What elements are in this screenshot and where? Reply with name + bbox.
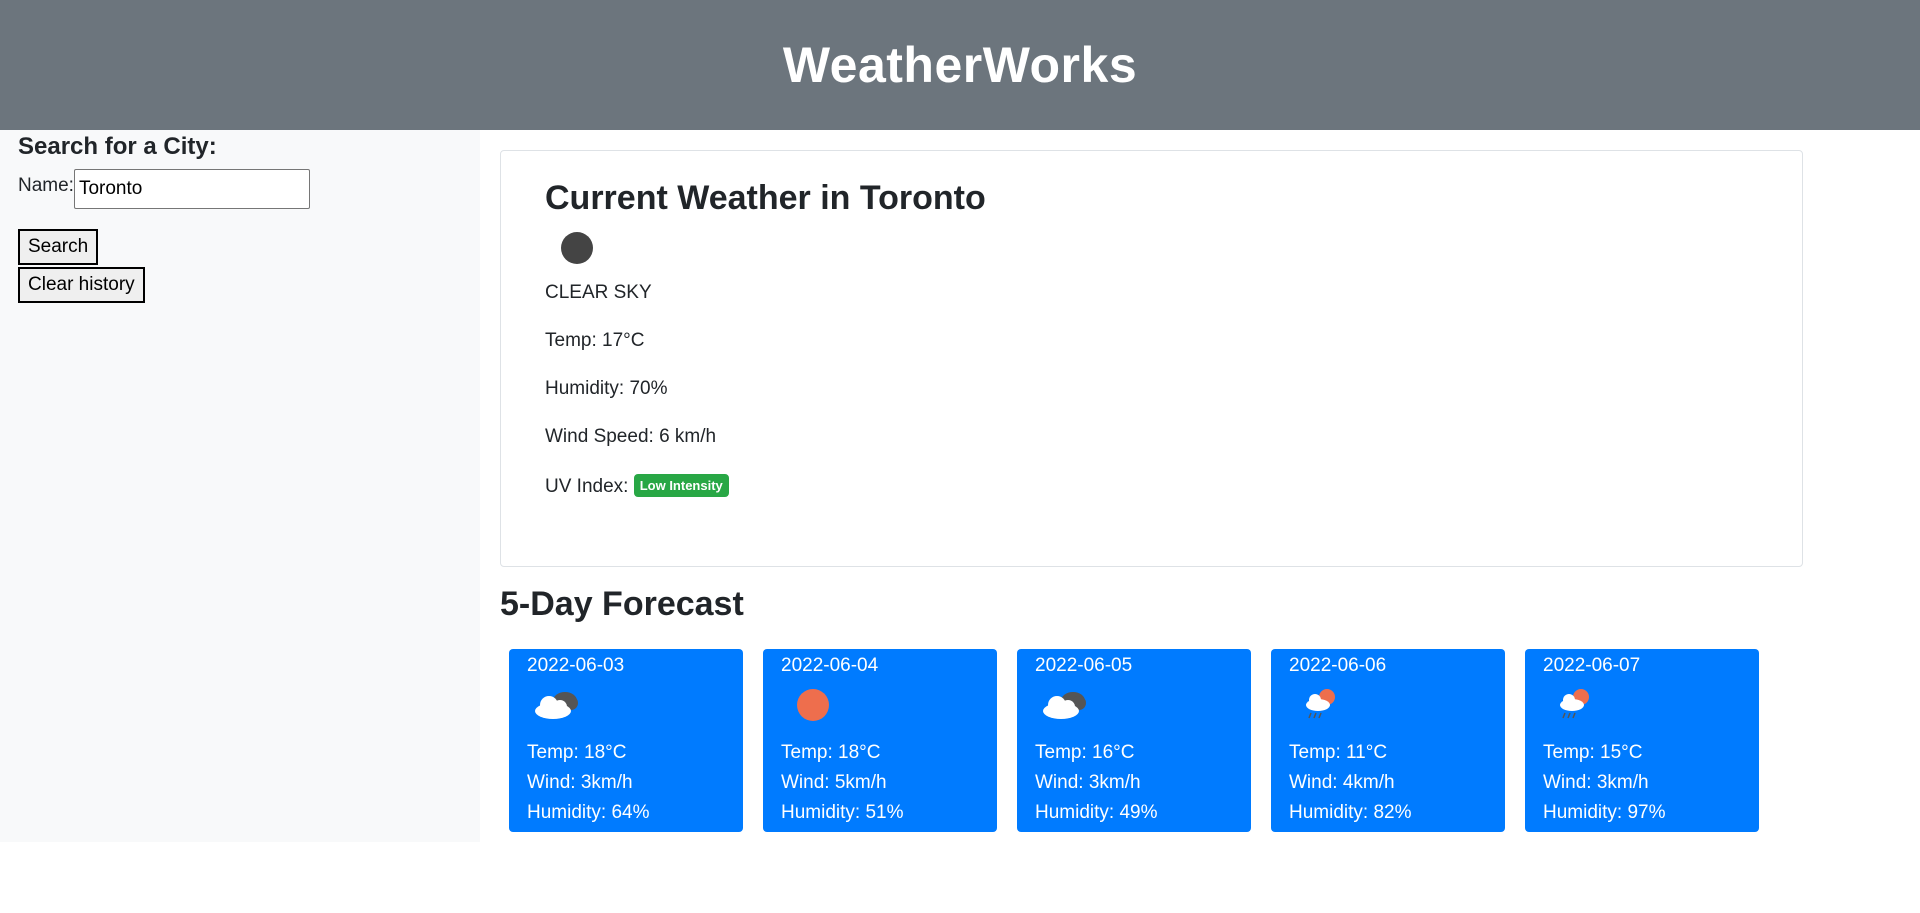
forecast-humidity: Humidity: 97%	[1543, 802, 1666, 823]
forecast-temp: Temp: 15°C	[1543, 742, 1643, 763]
clear-history-button[interactable]: Clear history	[18, 267, 145, 303]
forecast-date: 2022-06-03	[527, 655, 625, 676]
current-weather-card: Current Weather in Toronto CLEAR SKY Tem…	[500, 150, 1803, 567]
forecast-humidity: Humidity: 49%	[1035, 802, 1158, 823]
forecast-list: 2022-06-03 Temp: 18°C Wind: 3km/h Humidi…	[509, 649, 1759, 832]
rain-sun-icon	[1560, 689, 1589, 719]
broken-clouds-icon	[1043, 692, 1086, 719]
uv-index-badge: Low Intensity	[633, 474, 729, 497]
search-button[interactable]: Search	[18, 229, 99, 265]
city-name-label: Name:	[18, 175, 74, 196]
forecast-date: 2022-06-05	[1035, 655, 1133, 676]
forecast-wind: Wind: 5km/h	[781, 772, 887, 793]
app-header: WeatherWorks	[0, 0, 1920, 130]
forecast-title: 5-Day Forecast	[500, 585, 744, 623]
forecast-humidity: Humidity: 64%	[527, 802, 650, 823]
forecast-card: 2022-06-04 Temp: 18°C Wind: 5km/h Humidi…	[763, 649, 997, 832]
clear-sky-icon	[561, 232, 593, 264]
forecast-humidity: Humidity: 51%	[781, 802, 904, 823]
rain-sun-icon	[1306, 689, 1335, 719]
forecast-date: 2022-06-04	[781, 655, 879, 676]
forecast-wind: Wind: 3km/h	[1543, 772, 1649, 793]
forecast-humidity: Humidity: 82%	[1289, 802, 1412, 823]
forecast-temp: Temp: 18°C	[527, 742, 627, 763]
clear-sky-icon	[797, 689, 829, 721]
current-humidity: Humidity: 70%	[545, 378, 668, 399]
current-temp: Temp: 17°C	[545, 330, 645, 351]
forecast-card: 2022-06-06 Temp: 11°C Wind: 4km/h Humidi…	[1271, 649, 1505, 832]
city-search-input[interactable]	[73, 169, 310, 209]
forecast-card: 2022-06-03 Temp: 18°C Wind: 3km/h Humidi…	[509, 649, 743, 832]
forecast-date: 2022-06-06	[1289, 655, 1387, 676]
forecast-wind: Wind: 3km/h	[527, 772, 633, 793]
forecast-temp: Temp: 18°C	[781, 742, 881, 763]
forecast-date: 2022-06-07	[1543, 655, 1641, 676]
search-sidebar: Search for a City: Name: Search Clear hi…	[0, 130, 480, 842]
forecast-temp: Temp: 11°C	[1289, 742, 1388, 763]
search-heading: Search for a City:	[18, 133, 217, 160]
broken-clouds-icon	[535, 692, 578, 719]
app-title: WeatherWorks	[782, 37, 1138, 93]
forecast-temp: Temp: 16°C	[1035, 742, 1135, 763]
forecast-wind: Wind: 4km/h	[1289, 772, 1395, 793]
forecast-card: 2022-06-05 Temp: 16°C Wind: 3km/h Humidi…	[1017, 649, 1251, 832]
current-weather-title: Current Weather in Toronto	[545, 179, 986, 217]
weather-description: CLEAR SKY	[545, 282, 652, 303]
forecast-wind: Wind: 3km/h	[1035, 772, 1141, 793]
uv-index-row: UV Index: Low Intensity	[545, 474, 1758, 498]
current-wind-speed: Wind Speed: 6 km/h	[545, 426, 717, 447]
city-name-row: Name:	[18, 169, 462, 209]
forecast-card: 2022-06-07 Temp: 15°C Wind: 3km/h Humidi…	[1525, 649, 1759, 832]
uv-index-label: UV Index:	[545, 476, 629, 497]
